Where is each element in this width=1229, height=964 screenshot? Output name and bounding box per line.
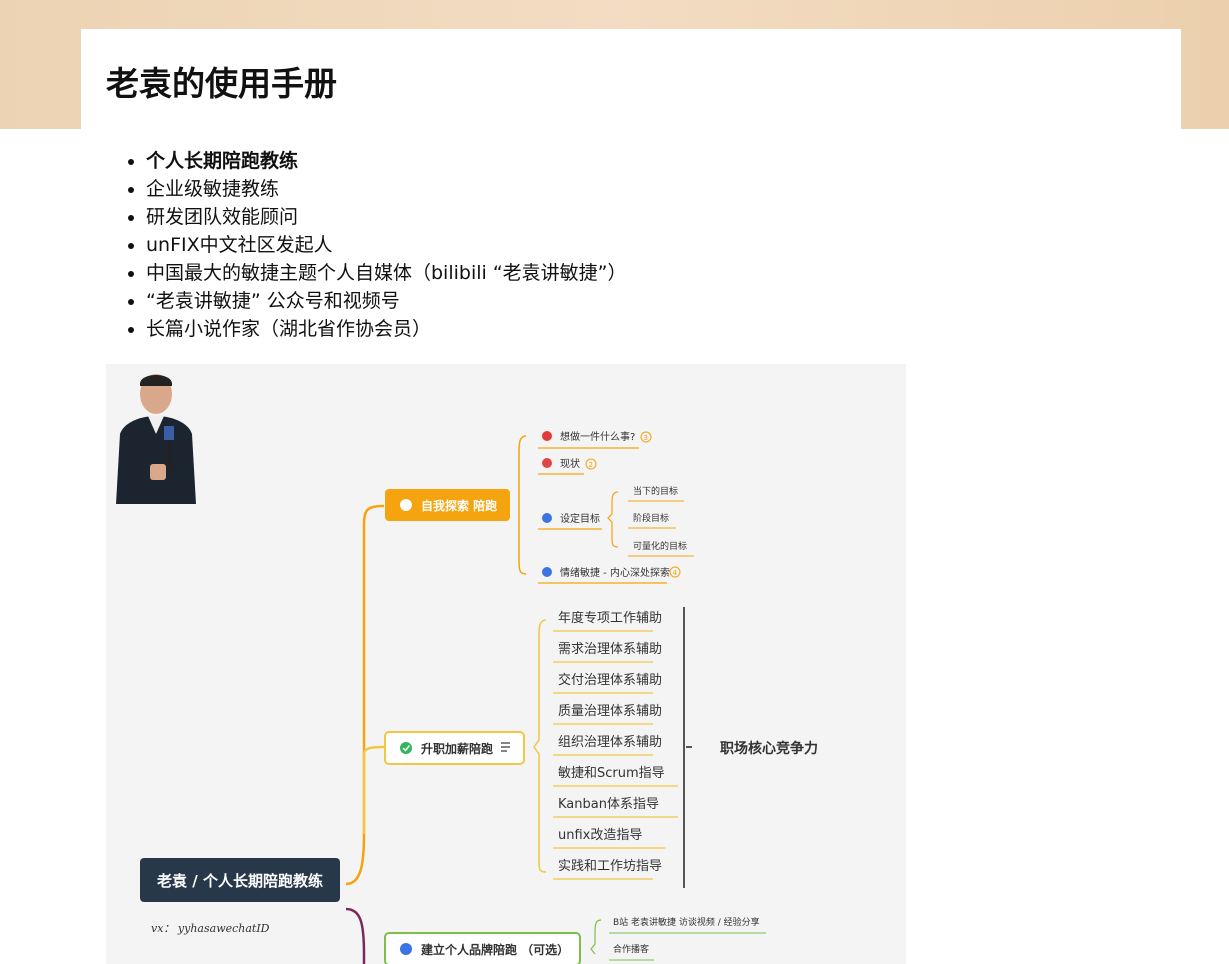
- branch2-item-label: 敏捷和Scrum指导: [558, 766, 665, 781]
- list-item: 中国最大的敏捷主题个人自媒体（bilibili “老袁讲敏捷”）: [146, 259, 627, 287]
- star-icon: [542, 567, 552, 577]
- list-item: unFIX中文社区发起人: [146, 231, 627, 259]
- badge: 2: [589, 461, 593, 469]
- list-item: 个人长期陪跑教练: [146, 147, 627, 175]
- list-item: 长篇小说作家（湖北省作协会员）: [146, 315, 627, 343]
- branch2-bracket: [533, 619, 547, 873]
- branch2-label: 升职加薪陪跑: [421, 741, 493, 756]
- branch2-item-label: 组织治理体系辅助: [558, 735, 662, 750]
- child-label: 设定目标: [560, 512, 600, 525]
- portrait-image: [116, 374, 196, 504]
- list-item: “老袁讲敏捷” 公众号和视频号: [146, 287, 627, 315]
- heart-icon: [542, 431, 552, 441]
- page-title: 老袁的使用手册: [106, 64, 337, 103]
- branch2-item-label: Kanban体系指导: [558, 797, 659, 812]
- sub-label: 可量化的目标: [633, 540, 687, 552]
- check-icon: [400, 742, 412, 754]
- summary-label: 职场核心竞争力: [720, 740, 818, 757]
- branch1-label: 自我探索 陪跑: [421, 498, 497, 513]
- branch2-item-label: 质量治理体系辅助: [558, 704, 662, 719]
- flag-icon: [542, 513, 552, 523]
- wechat-id: vx： yyhasawechatID: [151, 922, 270, 935]
- trunk-line-3: [345, 907, 366, 964]
- branch3-label: 建立个人品牌陪跑 （可选）: [420, 942, 569, 957]
- branch2-items: 年度专项工作辅助需求治理体系辅助交付治理体系辅助质量治理体系辅助组织治理体系辅助…: [553, 610, 678, 880]
- branch1-bracket: [518, 435, 527, 575]
- badge: 4: [673, 569, 678, 577]
- user-icon: [400, 499, 412, 511]
- branch2-item-label: 实践和工作坊指导: [558, 859, 662, 874]
- plane-icon: [400, 943, 412, 955]
- child-label: 想做一件什么事?: [560, 430, 635, 443]
- roles-list: 个人长期陪跑教练 企业级敏捷教练 研发团队效能顾问 unFIX中文社区发起人 中…: [123, 147, 627, 343]
- name-label: 老袁 / 个人长期陪跑教练: [140, 858, 340, 902]
- branch2-item-label: unfix改造指导: [558, 828, 642, 843]
- branch2-item-label: 交付治理体系辅助: [558, 672, 662, 688]
- badge: 3: [644, 434, 648, 442]
- child-label: 现状: [560, 457, 580, 470]
- sub-label: 阶段目标: [633, 512, 669, 524]
- child-label: 合作播客: [613, 943, 649, 955]
- branch2-item-label: 年度专项工作辅助: [558, 610, 662, 626]
- mindmap-image: 自我探索 陪跑 想做一件什么事? 3 现状 2 设定目标 当下的目标 阶段目标 …: [106, 364, 906, 964]
- sub-label: 当下的目标: [633, 485, 678, 497]
- page-content: 老袁的使用手册 个人长期陪跑教练 企业级敏捷教练 研发团队效能顾问 unFIX中…: [81, 29, 1181, 964]
- branch2-item-label: 需求治理体系辅助: [558, 642, 662, 657]
- clock-icon: [542, 458, 552, 468]
- branch3-bracket: [590, 919, 602, 955]
- trunk-line-2: [362, 745, 385, 834]
- list-item: 企业级敏捷教练: [146, 175, 627, 203]
- list-item: 研发团队效能顾问: [146, 203, 627, 231]
- child-label: B站 老袁讲敏捷 访谈视频 / 经验分享: [613, 916, 760, 928]
- child-label: 情绪敏捷 - 内心深处探索: [560, 566, 670, 579]
